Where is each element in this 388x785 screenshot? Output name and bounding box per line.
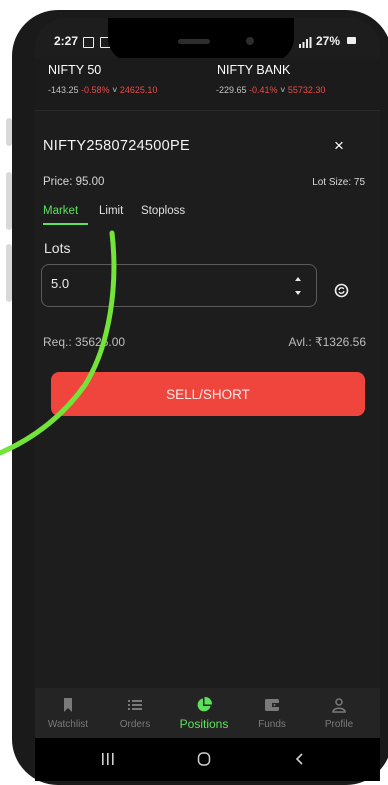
stepper-arrows-icon — [295, 277, 301, 295]
ticker-value: 24625.10 — [119, 85, 158, 95]
person-icon — [332, 698, 346, 713]
index-ticker-bar: NIFTY 50 -143.25 -0.58% ˅ 24625.10 NIFTY… — [35, 58, 380, 111]
swipe-gesture-arrow — [0, 230, 117, 456]
speaker-grille — [178, 39, 210, 44]
ticker-values: -143.25 -0.58% ˅ 24625.10 — [48, 85, 157, 95]
ticker-value: 55732.30 — [287, 85, 326, 95]
nav-positions[interactable]: Positions — [174, 688, 234, 738]
front-camera — [246, 37, 254, 45]
chevron-down-icon: ˅ — [280, 85, 286, 95]
nav-orders[interactable]: Orders — [105, 688, 165, 738]
chevron-down-icon: ˅ — [112, 85, 118, 95]
tab-limit[interactable]: Limit — [99, 205, 123, 217]
ticker-nifty-bank[interactable]: NIFTY BANK -229.65 -0.41% ˅ 55732.30 — [205, 58, 380, 110]
price-text: Price: 95.00 — [43, 176, 105, 188]
instrument-symbol: NIFTY2580724500PE — [43, 138, 190, 154]
nav-funds[interactable]: Funds — [242, 688, 302, 738]
nav-profile[interactable]: Profile — [309, 688, 369, 738]
camera-notch — [108, 18, 294, 62]
recents-icon[interactable] — [101, 752, 115, 771]
back-icon[interactable] — [293, 752, 307, 771]
bottom-navigation: Watchlist Orders Positions Funds Profile — [35, 688, 380, 738]
wallet-icon — [265, 699, 279, 711]
nav-label: Orders — [119, 719, 151, 730]
status-time: 2:27 — [54, 34, 79, 48]
ticker-change: -143.25 — [48, 85, 79, 95]
close-icon[interactable]: × — [334, 136, 344, 156]
ticker-values: -229.65 -0.41% ˅ 55732.30 — [216, 85, 325, 95]
nav-label: Funds — [258, 719, 286, 730]
quantity-stepper[interactable] — [290, 271, 306, 301]
signal-icon — [298, 35, 312, 48]
tab-market[interactable]: Market — [43, 205, 78, 217]
ticker-percent: -0.58% — [81, 85, 110, 95]
nav-watchlist[interactable]: Watchlist — [38, 688, 98, 738]
battery-percent: 27% — [316, 34, 341, 48]
lot-size-text: Lot Size: 75 — [312, 177, 365, 188]
ticker-nifty-50[interactable]: NIFTY 50 -143.25 -0.58% ˅ 24625.10 — [35, 58, 205, 110]
ticker-name: NIFTY 50 — [48, 63, 102, 77]
bookmark-icon — [64, 698, 72, 712]
ticker-change: -229.65 — [216, 85, 247, 95]
list-icon — [128, 700, 142, 710]
refresh-icon[interactable] — [334, 283, 349, 298]
nav-label: Positions — [179, 717, 229, 731]
available-funds: Avl.: ₹1326.56 — [288, 335, 366, 349]
nav-label: Profile — [324, 719, 354, 730]
battery-icon — [347, 37, 356, 44]
system-navigation-bar — [35, 738, 380, 781]
image-notification-icon — [83, 37, 94, 48]
home-icon[interactable] — [197, 752, 211, 771]
ticker-name: NIFTY BANK — [217, 63, 291, 77]
nav-label: Watchlist — [47, 719, 89, 730]
tab-stoploss[interactable]: Stoploss — [141, 205, 185, 217]
pie-chart-icon — [197, 697, 212, 712]
ticker-percent: -0.41% — [249, 85, 278, 95]
